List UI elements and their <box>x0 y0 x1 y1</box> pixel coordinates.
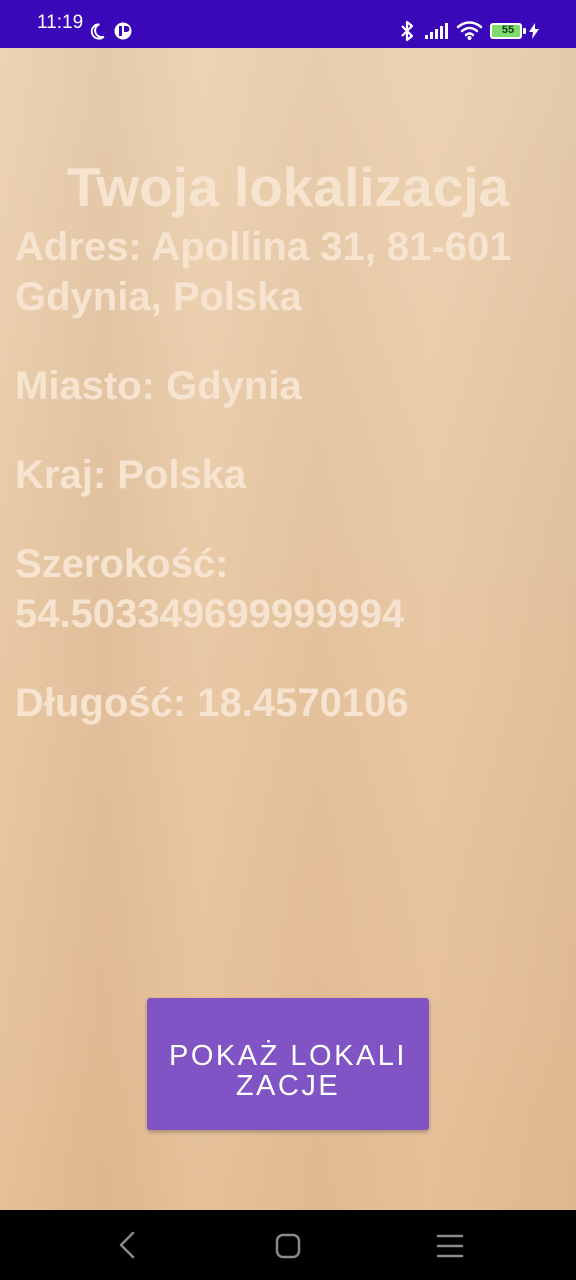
longitude-text: Długość: 18.4570106 <box>15 681 409 725</box>
latitude-text: Szerokość: 54.503349699999994 <box>15 542 405 636</box>
page-title: Twoja lokalizacja <box>66 155 510 218</box>
home-icon[interactable] <box>274 1232 302 1260</box>
app-notification-icon <box>114 22 132 40</box>
country-text: Kraj: Polska <box>15 453 247 497</box>
back-icon[interactable] <box>115 1230 139 1260</box>
menu-icon[interactable] <box>436 1232 464 1260</box>
status-time: 11:19 <box>37 12 84 33</box>
bluetooth-icon <box>401 20 414 42</box>
wifi-icon <box>456 21 483 40</box>
signal-icon <box>425 23 448 39</box>
android-navigation-bar <box>0 1210 576 1280</box>
location-screen: Twoja lokalizacja Adres: Apollina 31, 81… <box>0 48 576 1210</box>
city-text: Miasto: Gdynia <box>15 364 302 408</box>
address-text: Adres: Apollina 31, 81-601 Gdynia, Polsk… <box>15 225 512 319</box>
moon-icon <box>90 23 105 40</box>
status-bar: 11:19 55 <box>0 0 576 48</box>
charging-icon <box>529 23 539 39</box>
show-location-button[interactable]: POKAŻ LOKALIZACJE <box>147 998 429 1130</box>
battery-level: 55 <box>501 24 515 36</box>
